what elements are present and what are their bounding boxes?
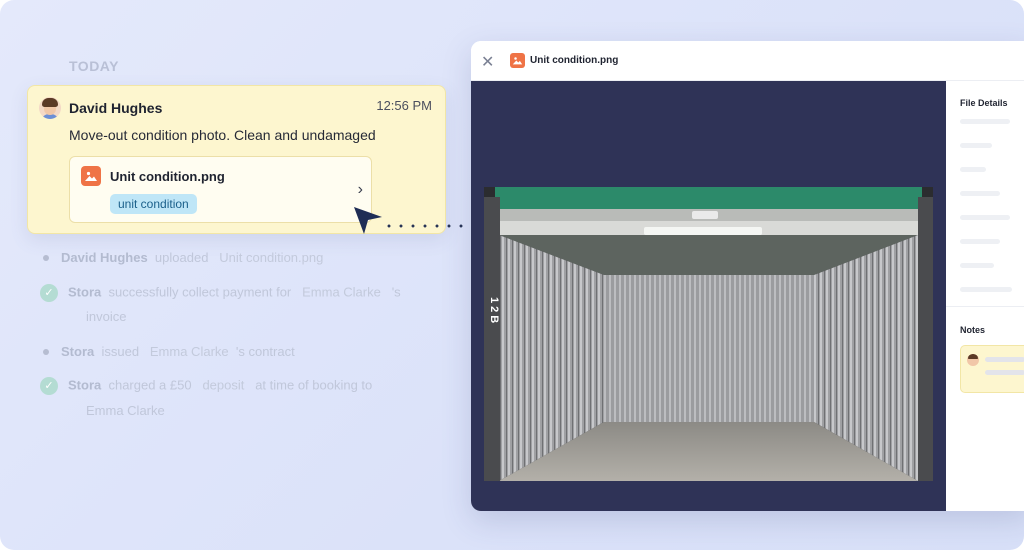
skeleton-line (960, 191, 1000, 196)
unit-condition-photo: 12B (484, 187, 933, 481)
message-sender: David Hughes (69, 100, 163, 116)
attachment-tag[interactable]: unit condition (110, 194, 197, 214)
message-time: 12:56 PM (376, 98, 432, 113)
day-label: TODAY (69, 58, 119, 74)
viewer-title: Unit condition.png (530, 55, 619, 66)
skeleton-line (960, 167, 986, 172)
feed-event-line2: Emma Clarke (86, 403, 165, 418)
avatar (39, 97, 61, 119)
skeleton-line (960, 239, 1000, 244)
image-file-icon (81, 166, 101, 186)
message-text: Move-out condition photo. Clean and unda… (69, 127, 376, 143)
feed-event: ✓ Stora charged a £50 deposit at time of … (40, 377, 372, 395)
chevron-right-icon[interactable]: › (358, 181, 363, 199)
feed-event-line2: invoice (86, 309, 127, 324)
skeleton-line (985, 370, 1024, 375)
skeleton-line (960, 287, 1012, 292)
skeleton-line (985, 357, 1024, 362)
notes-title: Notes (960, 325, 986, 335)
details-panel: File Details Notes (946, 81, 1024, 511)
skeleton-line (960, 119, 1010, 124)
connector-dots (383, 224, 467, 228)
app-frame: TODAY David Hughes 12:56 PM Move-out con… (0, 0, 1024, 550)
avatar (967, 354, 979, 366)
image-stage: 12B (471, 81, 946, 511)
close-icon[interactable]: ✕ (481, 52, 494, 72)
note-card[interactable] (960, 345, 1024, 393)
feed-event: David Hughes uploaded Unit condition.png (40, 250, 323, 265)
file-details-title: File Details (960, 98, 1008, 108)
cursor-pointer-icon (350, 203, 384, 242)
panel-divider (946, 306, 1024, 307)
check-icon: ✓ (40, 377, 58, 395)
file-viewer: ✕ Unit condition.png 12B File Details No… (471, 41, 1024, 511)
check-icon: ✓ (40, 284, 58, 302)
attachment-file-name: Unit condition.png (110, 169, 225, 184)
attachment-card[interactable]: Unit condition.png unit condition › (69, 156, 372, 223)
skeleton-line (960, 143, 992, 148)
skeleton-line (960, 215, 1010, 220)
image-file-icon (510, 53, 525, 68)
feed-event: Stora issued Emma Clarke 's contract (40, 344, 295, 359)
viewer-header: ✕ Unit condition.png (471, 41, 1024, 81)
skeleton-line (960, 263, 994, 268)
unit-number-label: 12B (488, 297, 500, 326)
feed-event: ✓ Stora successfully collect payment for … (40, 284, 401, 302)
